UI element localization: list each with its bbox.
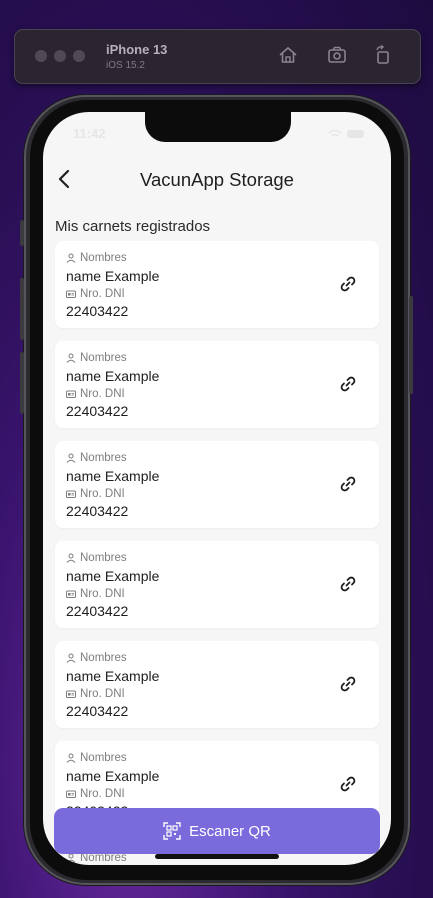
- status-icons: [328, 129, 364, 138]
- dni-label: Nro. DNI: [80, 288, 125, 300]
- name-field-label: Nombres: [66, 252, 127, 264]
- phone-screen: 11:42 VacunApp Storage Mis carnets regis…: [43, 112, 391, 865]
- dni-value: 22403422: [66, 503, 129, 519]
- person-icon: [66, 353, 76, 363]
- name-label: Nombres: [80, 352, 127, 364]
- dni-field-label: Nro. DNI: [66, 488, 125, 500]
- link-icon[interactable]: [339, 375, 357, 393]
- id-card-icon: [66, 490, 76, 498]
- name-field-label: Nombres: [66, 452, 127, 464]
- mute-switch: [20, 220, 24, 246]
- link-icon[interactable]: [339, 775, 357, 793]
- dni-label: Nro. DNI: [80, 688, 125, 700]
- name-value: name Example: [66, 768, 160, 784]
- dni-value: 22403422: [66, 303, 129, 319]
- screenshot-icon[interactable]: [326, 44, 348, 66]
- card-item[interactable]: Nombres name Example Nro. DNI 22403422: [55, 541, 379, 628]
- dni-label: Nro. DNI: [80, 788, 125, 800]
- scan-qr-label: Escaner QR: [189, 822, 271, 840]
- page-title: VacunApp Storage: [140, 169, 294, 190]
- name-field-label: Nombres: [66, 352, 127, 364]
- dni-value: 22403422: [66, 703, 129, 719]
- name-value: name Example: [66, 668, 160, 684]
- card-item[interactable]: Nombres name Example Nro. DNI 22403422: [55, 641, 379, 728]
- person-icon: [66, 753, 76, 763]
- id-card-icon: [66, 690, 76, 698]
- zoom-window-button[interactable]: [73, 50, 85, 62]
- link-icon[interactable]: [339, 575, 357, 593]
- dni-field-label: Nro. DNI: [66, 588, 125, 600]
- power-button: [409, 296, 413, 394]
- scan-qr-button[interactable]: Escaner QR: [54, 808, 380, 854]
- card-item[interactable]: Nombres name Example Nro. DNI 22403422: [55, 341, 379, 428]
- id-card-icon: [66, 790, 76, 798]
- simulator-toolbar: iPhone 13 iOS 15.2: [14, 29, 421, 84]
- dni-label: Nro. DNI: [80, 388, 125, 400]
- rotate-icon[interactable]: [372, 44, 394, 66]
- link-icon[interactable]: [339, 275, 357, 293]
- close-window-button[interactable]: [35, 50, 47, 62]
- name-value: name Example: [66, 568, 160, 584]
- home-indicator[interactable]: [155, 854, 279, 859]
- name-value: name Example: [66, 468, 160, 484]
- name-label: Nombres: [80, 552, 127, 564]
- home-icon[interactable]: [277, 44, 299, 66]
- device-name: iPhone 13: [106, 42, 168, 57]
- person-icon: [66, 253, 76, 263]
- person-icon: [66, 853, 76, 863]
- card-item[interactable]: Nombres name Example Nro. DNI 22403422: [55, 241, 379, 328]
- card-item[interactable]: Nombres name Example Nro. DNI 22403422: [55, 441, 379, 528]
- link-icon[interactable]: [339, 675, 357, 693]
- name-field-label: Nombres: [66, 652, 127, 664]
- name-field-label: Nombres: [66, 552, 127, 564]
- link-icon[interactable]: [339, 475, 357, 493]
- section-label: Mis carnets registrados: [55, 218, 211, 235]
- id-card-icon: [66, 290, 76, 298]
- qr-scan-icon: [163, 822, 181, 840]
- status-time: 11:42: [73, 126, 106, 141]
- dni-value: 22403422: [66, 403, 129, 419]
- notch: [145, 112, 291, 142]
- name-field-label: Nombres: [66, 752, 127, 764]
- person-icon: [66, 653, 76, 663]
- volume-up-button: [20, 278, 24, 340]
- dni-field-label: Nro. DNI: [66, 288, 125, 300]
- dni-value: 22403422: [66, 603, 129, 619]
- os-version: iOS 15.2: [106, 60, 145, 71]
- dni-field-label: Nro. DNI: [66, 388, 125, 400]
- minimize-window-button[interactable]: [54, 50, 66, 62]
- person-icon: [66, 453, 76, 463]
- name-label: Nombres: [80, 652, 127, 664]
- person-icon: [66, 553, 76, 563]
- name-label: Nombres: [80, 252, 127, 264]
- dni-field-label: Nro. DNI: [66, 788, 125, 800]
- name-label: Nombres: [80, 752, 127, 764]
- window-controls: [35, 50, 85, 62]
- dni-label: Nro. DNI: [80, 588, 125, 600]
- id-card-icon: [66, 590, 76, 598]
- volume-down-button: [20, 352, 24, 414]
- name-label: Nombres: [80, 452, 127, 464]
- card-list: Nombres name Example Nro. DNI 22403422 N…: [55, 241, 379, 841]
- id-card-icon: [66, 390, 76, 398]
- dni-field-label: Nro. DNI: [66, 688, 125, 700]
- name-value: name Example: [66, 368, 160, 384]
- dni-label: Nro. DNI: [80, 488, 125, 500]
- name-value: name Example: [66, 268, 160, 284]
